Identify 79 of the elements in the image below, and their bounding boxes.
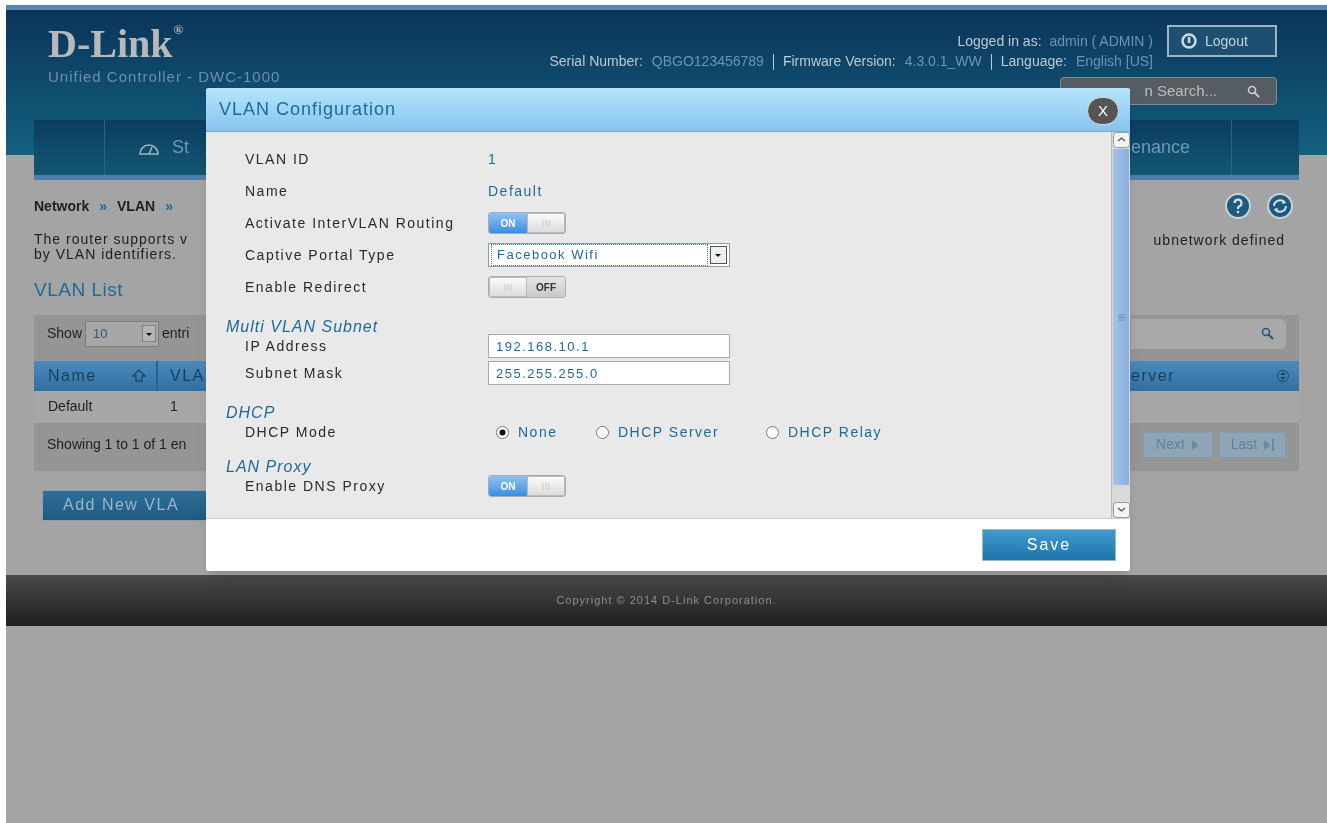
help-icon[interactable]: [1225, 193, 1251, 219]
field-label: Subnet Mask: [244, 363, 345, 383]
breadcrumb-item[interactable]: VLAN: [117, 195, 156, 217]
scroll-up-icon[interactable]: [1113, 132, 1130, 148]
radio-button[interactable]: [766, 425, 779, 439]
logged-in-label: Logged in as:: [957, 31, 1042, 51]
field-label: IP Address: [244, 336, 329, 356]
column-header[interactable]: erver: [1131, 360, 1299, 391]
toggle-switch[interactable]: ON: [488, 212, 566, 234]
modal-title: VLAN Configuration: [219, 98, 397, 121]
field-label: Activate InterVLAN Routing: [244, 213, 456, 233]
scrollbar[interactable]: [1111, 132, 1130, 518]
description-text: ubnetwork defined: [1153, 233, 1285, 250]
entries-label: entri: [162, 324, 190, 343]
scroll-thumb[interactable]: [1113, 149, 1129, 485]
field-label: VLAN ID: [244, 149, 311, 169]
copyright-text: Copyright © 2014 D-Link Corporation.: [556, 593, 777, 609]
toggle-switch[interactable]: ON: [488, 475, 566, 497]
field-label: Name: [244, 181, 290, 201]
nav-tab[interactable]: enance: [1131, 134, 1231, 161]
table-cell-text: Default: [47, 397, 94, 416]
table-cell-text: 1: [169, 397, 178, 416]
close-button[interactable]: X: [1087, 97, 1119, 125]
description-text: The router supports v: [34, 232, 189, 247]
radio-option[interactable]: DHCP Server: [596, 421, 766, 443]
sort-icon[interactable]: [1277, 369, 1289, 382]
grip-icon: [542, 482, 550, 490]
last-page-icon: [1263, 438, 1275, 451]
nav-tab[interactable]: St: [105, 134, 206, 161]
logo: D-Link®: [48, 22, 185, 66]
logged-in-user: admin ( ADMIN ): [1049, 31, 1153, 51]
save-button[interactable]: Save: [982, 529, 1116, 561]
grip-icon: [542, 219, 550, 227]
field-value: 1: [488, 149, 498, 169]
show-label: Show: [47, 324, 83, 343]
radio-option[interactable]: DHCP Relay: [766, 421, 883, 443]
info-value: 4.3.0.1_WW: [904, 52, 982, 71]
info-label: Serial Number:: [549, 52, 643, 71]
radio-option[interactable]: None: [496, 421, 596, 443]
field-label: Enable Redirect: [244, 277, 369, 297]
field-label: Enable DNS Proxy: [244, 476, 387, 496]
search-icon: [1247, 84, 1260, 98]
section-heading: Multi VLAN Subnet: [225, 317, 380, 335]
dropdown-icon: [710, 246, 727, 264]
info-value: English [US]: [1075, 52, 1153, 71]
section-heading: DHCP: [225, 403, 277, 421]
grip-icon: [504, 283, 512, 291]
column-header[interactable]: VLA: [158, 360, 206, 391]
radio-button[interactable]: [496, 425, 509, 439]
info-value: QBGO123456789: [651, 52, 764, 71]
chevron-right-icon: [1190, 438, 1200, 451]
breadcrumb-separator: »: [165, 196, 173, 216]
table-info: Showing 1 to 1 of 1 en: [47, 435, 187, 454]
radio-button[interactable]: [596, 425, 609, 439]
section-title: VLAN List: [34, 278, 123, 302]
dropdown-icon: [142, 325, 157, 342]
field-label: Captive Portal Type: [244, 245, 397, 265]
captive-portal-select[interactable]: Facebook Wifi: [488, 243, 730, 267]
description-text: by VLAN identifiers.: [34, 247, 178, 262]
info-label: Firmware Version:: [782, 52, 896, 71]
field-label: DHCP Mode: [244, 422, 338, 442]
table-search-field[interactable]: [1131, 318, 1286, 349]
input-field[interactable]: 192.168.10.1: [488, 334, 730, 358]
refresh-icon[interactable]: [1267, 193, 1293, 219]
section-heading: LAN Proxy: [225, 457, 313, 475]
power-icon: [1181, 33, 1197, 49]
info-label: Language:: [1000, 52, 1067, 71]
sort-up-icon[interactable]: [132, 369, 146, 382]
grip-icon: [1116, 313, 1126, 321]
field-value: Default: [488, 181, 543, 201]
breadcrumb-item[interactable]: Network: [34, 195, 90, 217]
page-size-select[interactable]: 10: [85, 320, 160, 347]
toggle-switch[interactable]: OFF: [488, 276, 566, 298]
logout-button[interactable]: Logout: [1167, 25, 1277, 57]
search-icon: [1261, 327, 1274, 340]
breadcrumb-separator: »: [99, 196, 108, 216]
product-name: Unified Controller - DWC-1000: [48, 67, 281, 87]
input-field[interactable]: 255.255.255.0: [488, 361, 730, 385]
scroll-down-icon[interactable]: [1113, 502, 1130, 518]
